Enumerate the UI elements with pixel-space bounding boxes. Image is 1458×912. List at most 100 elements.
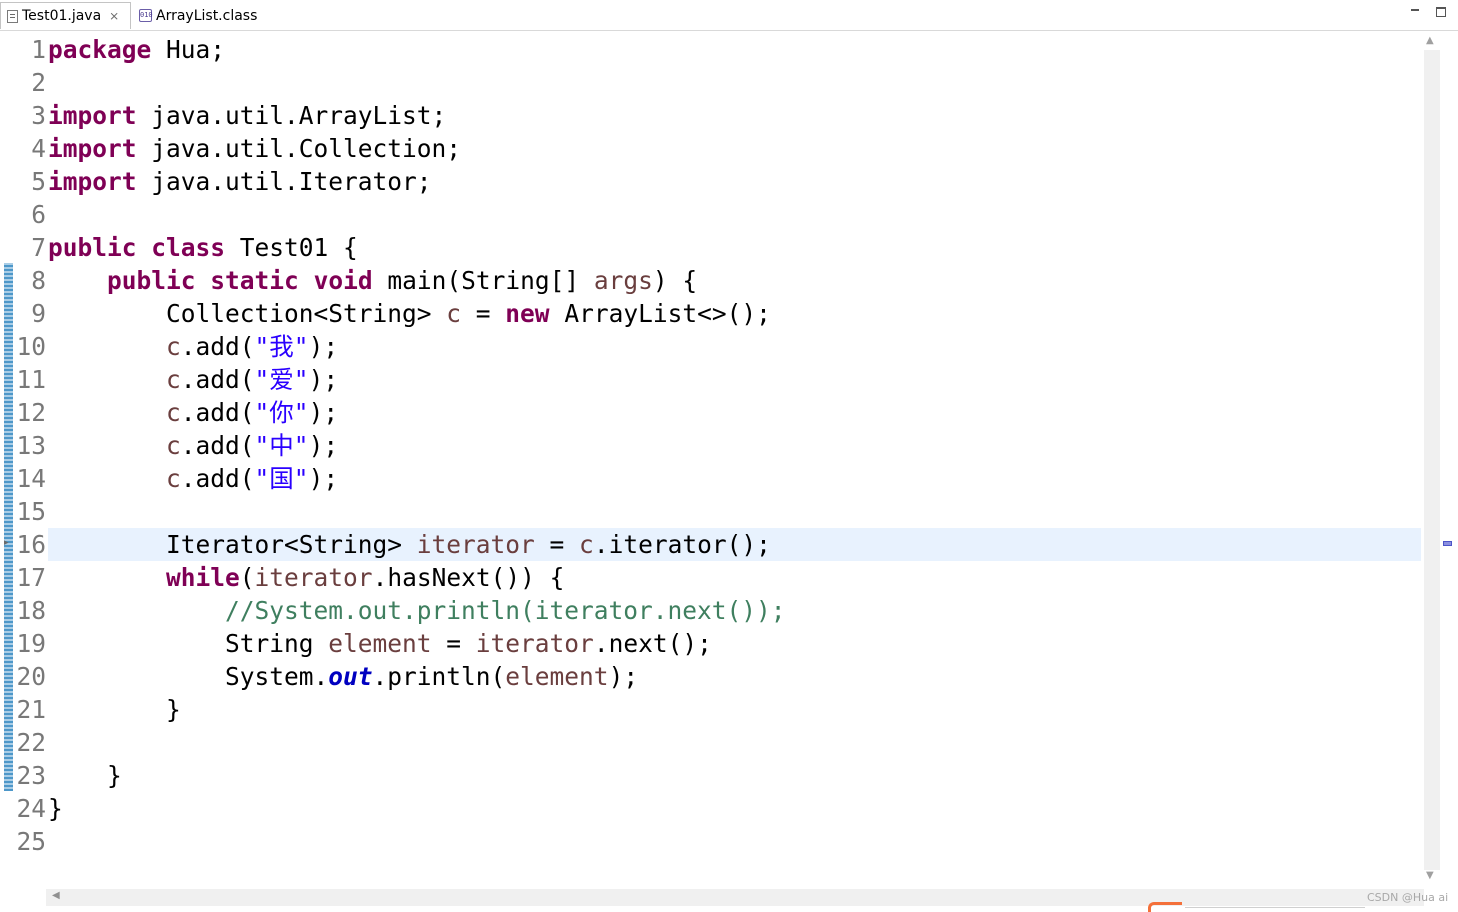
keyword-token: static [210, 266, 299, 295]
plain-token: java.util.ArrayList; [136, 101, 447, 130]
line-number: 18 [16, 596, 46, 625]
java-file-icon [7, 9, 18, 23]
plain-token: Hua; [151, 35, 226, 64]
variable-token: iterator [475, 629, 594, 658]
maximize-icon[interactable] [1434, 4, 1448, 18]
line-number: 21 [16, 695, 46, 724]
string-token: "我" [254, 332, 309, 361]
variable-token: iterator [416, 530, 535, 559]
plain-token: .add( [180, 398, 255, 427]
line-number: 1 [31, 35, 46, 64]
variable-token: element [505, 662, 609, 691]
code-text: } [48, 759, 122, 792]
scroll-left-icon[interactable]: ◀ [52, 890, 60, 901]
variable-token: c [166, 398, 181, 427]
code-text: import java.util.Collection; [48, 132, 461, 165]
line-number: 20 [16, 662, 46, 691]
tab-label: Test01.java [22, 8, 102, 24]
tab-test01-java[interactable]: Test01.java ⨯ [0, 2, 131, 29]
plain-token: ); [308, 398, 339, 427]
keyword-token: import [48, 134, 137, 163]
line-number: 13 [16, 431, 46, 460]
line-number: 23 [16, 761, 46, 790]
string-token: "你" [254, 398, 309, 427]
plain-token: ArrayList<>(); [549, 299, 771, 328]
keyword-token: class [151, 233, 226, 262]
plain-token: Iterator<String> [48, 530, 417, 559]
code-text: } [48, 792, 63, 825]
code-text: package Hua; [48, 33, 225, 66]
code-text: Iterator<String> iterator = c.iterator()… [48, 528, 771, 561]
line-number: 10 [16, 332, 46, 361]
code-text: } [48, 693, 181, 726]
line-number: 22 [16, 728, 46, 757]
plain-token: = [534, 530, 580, 559]
variable-token: c [166, 365, 181, 394]
plain-token: Collection<String> [48, 299, 447, 328]
keyword-token: public [107, 266, 196, 295]
plain-token: } [48, 761, 122, 790]
tab-arraylist-class[interactable]: 010 ArrayList.class [133, 2, 263, 29]
plain-token: ); [308, 332, 339, 361]
line-number: 24 [16, 794, 46, 823]
line-number: 5 [31, 167, 46, 196]
code-text: public class Test01 { [48, 231, 358, 264]
vertical-scrollbar[interactable] [1424, 50, 1440, 870]
plain-token: = [461, 299, 506, 328]
line-number: 19 [16, 629, 46, 658]
scroll-up-icon[interactable]: ▲ [1426, 35, 1434, 46]
line-number: 8 [31, 266, 46, 295]
plain-token: System. [48, 662, 329, 691]
plain-token: } [48, 794, 63, 823]
plain-token: .add( [180, 464, 255, 493]
close-icon[interactable]: ⨯ [109, 9, 119, 23]
plain-token: ); [308, 365, 339, 394]
plain-token: .add( [180, 431, 255, 460]
minimize-icon[interactable] [1408, 4, 1422, 18]
keyword-token: while [166, 563, 240, 592]
field-token: out [328, 662, 373, 691]
keyword-token: void [313, 266, 373, 295]
line-number: 7 [31, 233, 46, 262]
window-controls [1408, 4, 1448, 18]
code-text: //System.out.println(iterator.next()); [48, 594, 786, 627]
code-text: public static void main(String[] args) { [48, 264, 697, 297]
line-number: 4 [31, 134, 46, 163]
code-text: String element = iterator.next(); [48, 627, 712, 660]
scroll-down-icon[interactable]: ▼ [1426, 870, 1434, 881]
plain-token: main(String[] [372, 266, 594, 295]
code-text: c.add("我"); [48, 330, 338, 363]
line-number: 3 [31, 101, 46, 130]
keyword-token: import [48, 101, 137, 130]
code-text: import java.util.Iterator; [48, 165, 432, 198]
overview-occurrence-marker[interactable] [1443, 541, 1452, 546]
plain-token: Test01 { [225, 233, 358, 262]
code-text: c.add("国"); [48, 462, 338, 495]
plain-token: .add( [180, 332, 255, 361]
line-number: 16 [16, 530, 46, 559]
plain-token: ) { [652, 266, 698, 295]
plain-token: = [431, 629, 476, 658]
variable-token: c [166, 332, 181, 361]
line-number: 15 [16, 497, 46, 526]
floating-widget-fragment [1148, 902, 1182, 912]
class-file-icon: 010 [139, 9, 153, 22]
plain-token: java.util.Iterator; [136, 167, 432, 196]
plain-token: .println( [372, 662, 506, 691]
line-number: 14 [16, 464, 46, 493]
watermark-text: CSDN @Hua ai [1367, 891, 1449, 904]
editor-tab-bar: Test01.java ⨯ 010 ArrayList.class [0, 0, 1458, 31]
code-text: c.add("爱"); [48, 363, 338, 396]
plain-token: ); [308, 431, 339, 460]
variable-token: c [579, 530, 594, 559]
plain-token: String [48, 629, 329, 658]
horizontal-scrollbar[interactable] [46, 889, 1424, 906]
variable-token: c [166, 431, 181, 460]
